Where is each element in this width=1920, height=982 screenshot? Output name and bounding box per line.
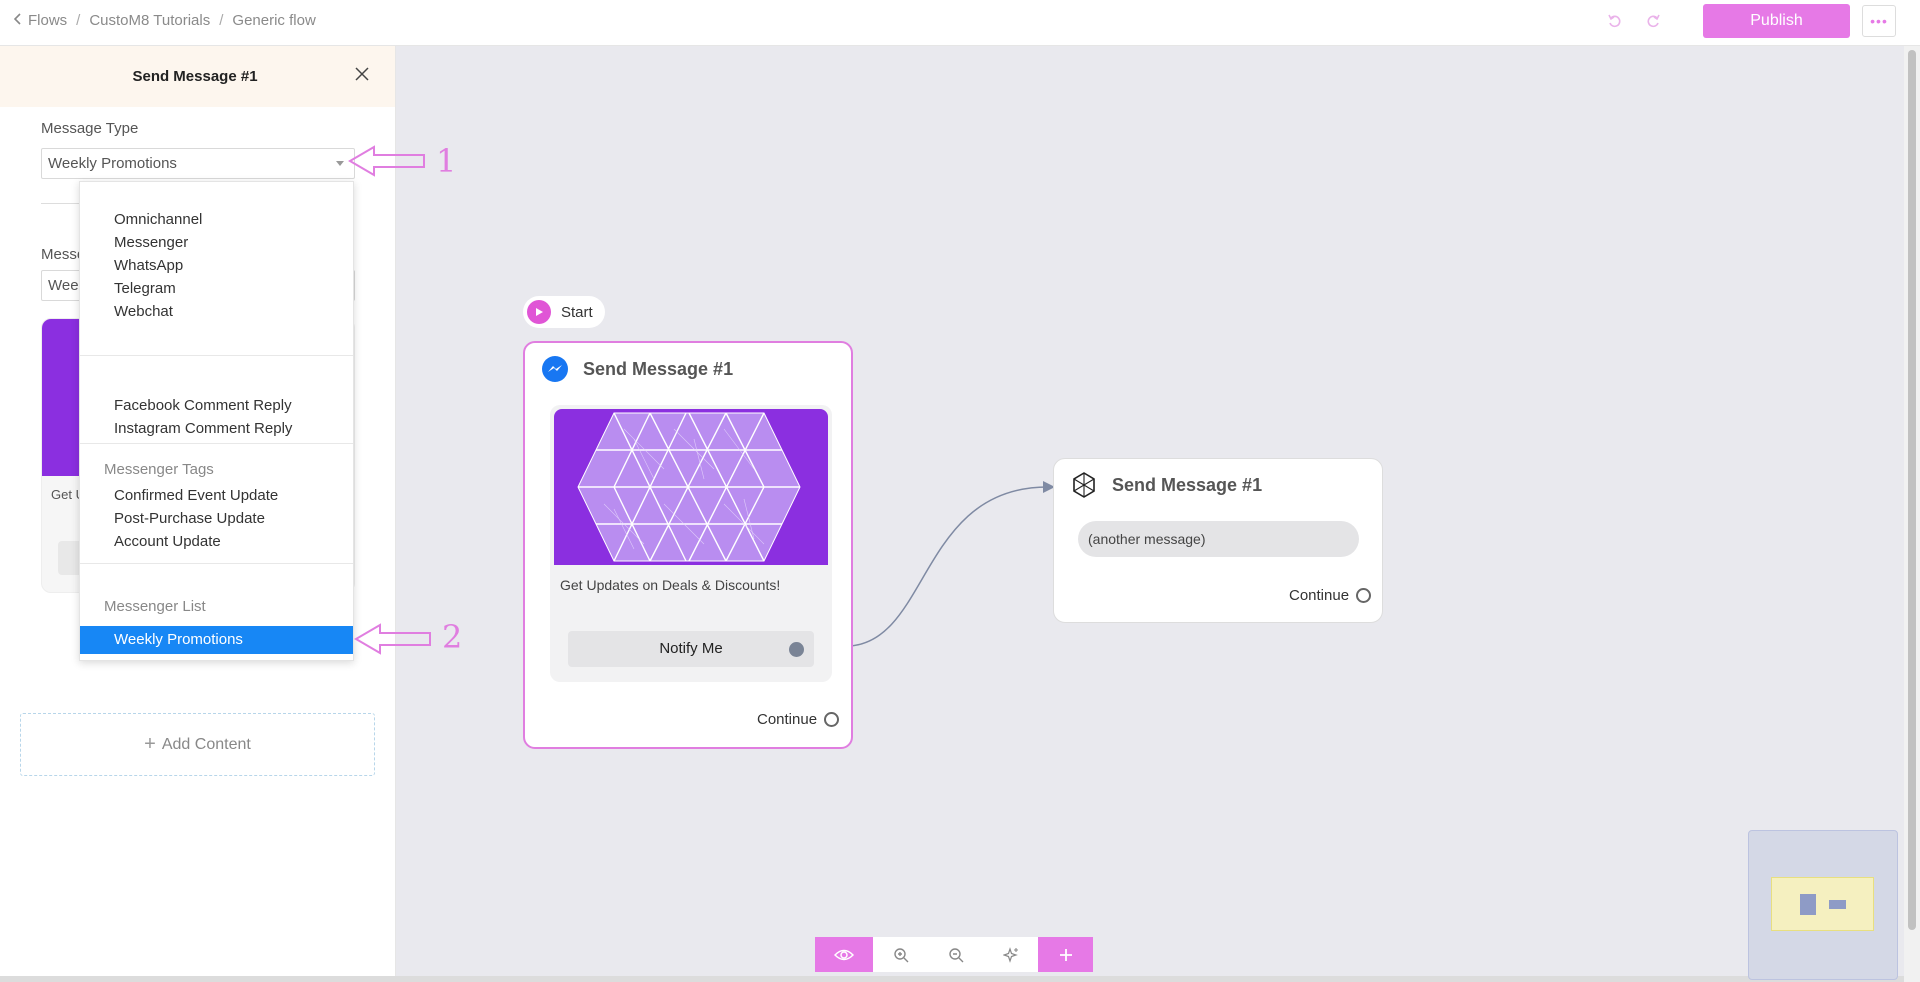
publish-button[interactable]: Publish: [1703, 4, 1850, 38]
message-type-value: Weekly Promotions: [48, 155, 177, 172]
option-account-update[interactable]: Account Update: [80, 528, 353, 556]
undo-redo-group: [1605, 11, 1663, 31]
hexagon-pattern-icon: [577, 412, 801, 562]
message-type-select[interactable]: Weekly Promotions: [41, 148, 355, 179]
option-instagram-comment-reply[interactable]: Instagram Comment Reply: [80, 415, 353, 443]
dropdown-divider: [80, 355, 353, 356]
panel-header: Send Message #1: [0, 46, 395, 107]
promo-image: [554, 409, 828, 565]
dropdown-divider: [80, 563, 353, 564]
minimap-node: [1829, 900, 1846, 909]
panel-title: Send Message #1: [132, 68, 258, 85]
minimap-viewport[interactable]: [1771, 877, 1874, 931]
messenger-icon: [541, 355, 569, 383]
add-content-label: Add Content: [161, 735, 251, 753]
message-card[interactable]: Get Updates on Deals & Discounts! Notify…: [550, 405, 832, 682]
close-icon[interactable]: [354, 66, 372, 84]
group-messenger-list: Messenger List: [104, 598, 206, 615]
continue-label: Continue: [1289, 587, 1350, 604]
annotation-label-2: 2: [442, 618, 463, 656]
plus-icon: +: [144, 733, 156, 755]
zoom-out-icon[interactable]: [928, 937, 983, 972]
start-label: Start: [561, 303, 593, 321]
minimap[interactable]: [1748, 830, 1898, 980]
more-options-button[interactable]: •••: [1862, 5, 1896, 37]
annotation-arrow-2-icon: [354, 623, 431, 655]
option-weekly-promotions[interactable]: Weekly Promotions: [80, 626, 353, 654]
annotation-arrow-1-icon: [348, 145, 425, 177]
preview-eye-icon[interactable]: [815, 937, 873, 972]
continue-output[interactable]: Continue: [1289, 587, 1372, 604]
canvas-toolbar: [815, 937, 1093, 972]
node-title: Send Message #1: [583, 359, 734, 379]
annotation-label-1: 1: [436, 142, 457, 180]
start-node[interactable]: Start: [523, 296, 605, 328]
output-port-icon[interactable]: [824, 712, 840, 727]
breadcrumb-flows[interactable]: Flows: [28, 12, 67, 29]
redo-icon[interactable]: [1643, 11, 1663, 31]
zoom-in-icon[interactable]: [873, 937, 928, 972]
divider: [41, 203, 81, 204]
top-bar: Flows / CustoM8 Tutorials / Generic flow…: [0, 0, 1920, 46]
notify-me-label: Notify Me: [659, 640, 723, 657]
add-node-plus-icon[interactable]: [1038, 937, 1093, 972]
send-message-node[interactable]: Send Message #1 (another message) Contin…: [1053, 458, 1383, 623]
output-port-icon[interactable]: [1356, 588, 1372, 603]
scrollbar-thumb[interactable]: [1908, 50, 1916, 930]
option-webchat[interactable]: Webchat: [80, 298, 353, 326]
notify-me-button[interactable]: Notify Me: [568, 631, 814, 667]
vertical-scrollbar[interactable]: [1904, 46, 1920, 982]
continue-label: Continue: [757, 711, 818, 728]
minimap-node: [1800, 894, 1816, 915]
node-title: Send Message #1: [1112, 475, 1263, 495]
breadcrumb-separator: /: [76, 12, 81, 29]
message-type-dropdown: Omnichannel Messenger WhatsApp Telegram …: [79, 181, 354, 661]
message-type-label: Message Type: [41, 120, 139, 137]
breadcrumb: Flows / CustoM8 Tutorials / Generic flow: [13, 12, 316, 29]
breadcrumb-folder[interactable]: CustoM8 Tutorials: [89, 12, 210, 29]
dropdown-divider: [80, 443, 353, 444]
horizontal-scrollbar[interactable]: [0, 976, 1904, 982]
another-message-bubble[interactable]: (another message): [1078, 521, 1359, 557]
chevron-left-icon[interactable]: [13, 12, 22, 29]
auto-arrange-sparkle-icon[interactable]: [983, 937, 1038, 972]
card-text: Get Updates on Deals & Discounts!: [560, 577, 781, 593]
send-message-node-selected[interactable]: Send Message #1 Get Updates on Deals & D…: [523, 341, 853, 749]
continue-output[interactable]: Continue: [757, 711, 840, 728]
breadcrumb-current: Generic flow: [232, 12, 316, 29]
button-port-icon[interactable]: [789, 642, 804, 657]
caret-down-icon: [336, 161, 344, 166]
play-icon: [527, 300, 551, 324]
group-messenger-tags: Messenger Tags: [104, 461, 214, 478]
openai-icon: [1070, 471, 1098, 499]
breadcrumb-separator: /: [219, 12, 224, 29]
add-content-button[interactable]: + Add Content: [20, 713, 375, 776]
undo-icon[interactable]: [1605, 11, 1625, 31]
